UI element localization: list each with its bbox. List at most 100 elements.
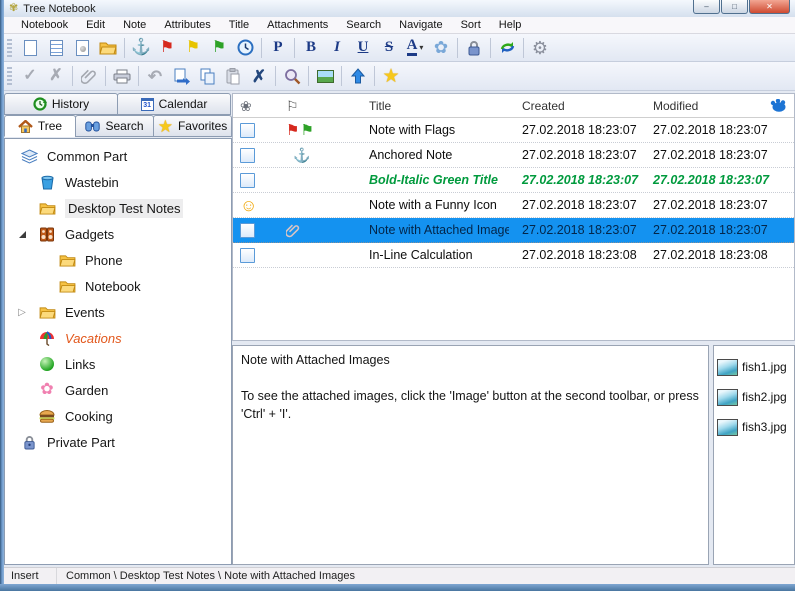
column-created[interactable]: Created	[509, 99, 640, 113]
menu-note[interactable]: Note	[114, 18, 155, 32]
flower-button[interactable]: ✿	[428, 36, 454, 60]
yellow-flag-button[interactable]: ⚑	[180, 36, 206, 60]
note-row-flags[interactable]: ⚑ ⚑ Note with Flags 27.02.2018 18:23:07 …	[233, 118, 794, 143]
new-note-button[interactable]	[17, 36, 43, 60]
font-color-button[interactable]: A ▾	[402, 36, 428, 60]
attachment-item[interactable]: fish1.jpg	[717, 352, 791, 382]
note-created: 27.02.2018 18:23:07	[509, 173, 640, 187]
lock-button[interactable]	[461, 36, 487, 60]
settings-button[interactable]: ⚙	[527, 36, 553, 60]
tab-calendar[interactable]: 31 Calendar	[117, 93, 231, 115]
tree-item-private-part[interactable]: Private Part	[5, 429, 231, 455]
export-note-button[interactable]	[168, 64, 194, 88]
note-disc-button[interactable]	[69, 36, 95, 60]
folder-icon	[99, 41, 117, 55]
confirm-button[interactable]: ✓	[17, 64, 43, 88]
note-checkbox[interactable]	[240, 223, 255, 238]
note-checkbox[interactable]	[240, 248, 255, 263]
column-modified[interactable]: Modified	[640, 99, 753, 113]
copy-button[interactable]	[194, 64, 220, 88]
menu-notebook[interactable]: Notebook	[12, 18, 77, 32]
flag-outline-header-icon[interactable]: ⚐	[286, 99, 299, 113]
note-text-button[interactable]	[43, 36, 69, 60]
strikethrough-button[interactable]: S	[376, 36, 402, 60]
note-title: Note with Flags	[356, 123, 509, 137]
tree-item-desktop-test-notes[interactable]: Desktop Test Notes	[5, 195, 231, 221]
tree-item-common-part[interactable]: Common Part	[5, 143, 231, 169]
preview-title: Note with Attached Images	[241, 351, 700, 369]
paw-header-icon[interactable]	[770, 99, 786, 112]
collapsed-triangle-icon[interactable]: ▷	[15, 307, 29, 318]
close-button[interactable]: ✕	[749, 0, 790, 14]
toolbar-grip[interactable]	[7, 39, 12, 57]
refresh-button[interactable]	[494, 36, 520, 60]
note-row-green[interactable]: Bold-Italic Green Title 27.02.2018 18:23…	[233, 168, 794, 193]
tab-favorites[interactable]: ★ Favorites	[153, 115, 232, 137]
move-up-button[interactable]	[345, 64, 371, 88]
toolbar-grip[interactable]	[7, 67, 12, 85]
cancel-button[interactable]: ✗	[43, 64, 69, 88]
tree-item-events[interactable]: ▷ Events	[5, 299, 231, 325]
tree-item-phone[interactable]: Phone	[5, 247, 231, 273]
menu-attachments[interactable]: Attachments	[258, 18, 337, 32]
flower-outline-header-icon[interactable]: ❀	[240, 99, 252, 113]
search-button[interactable]	[279, 64, 305, 88]
undo-button[interactable]: ↶	[142, 64, 168, 88]
tab-search[interactable]: Search	[75, 115, 154, 137]
image-button[interactable]	[312, 64, 338, 88]
menu-search[interactable]: Search	[337, 18, 390, 32]
green-flag-button[interactable]: ⚑	[206, 36, 232, 60]
menu-title[interactable]: Title	[220, 18, 258, 32]
tab-history[interactable]: History	[4, 93, 118, 115]
note-row-inline-calculation[interactable]: In-Line Calculation 27.02.2018 18:23:08 …	[233, 243, 794, 268]
tab-tree[interactable]: Tree	[4, 115, 76, 137]
print-button[interactable]	[109, 64, 135, 88]
tree-item-vacations[interactable]: Vacations	[5, 325, 231, 351]
note-title: Note with Attached Images	[356, 223, 509, 237]
note-row-attached-images[interactable]: Note with Attached Images 27.02.2018 18:…	[233, 218, 794, 243]
underline-button[interactable]: U	[350, 36, 376, 60]
note-checkbox[interactable]	[240, 148, 255, 163]
tree-item-gadgets[interactable]: Gadgets	[5, 221, 231, 247]
paste-button[interactable]	[220, 64, 246, 88]
clock-icon	[237, 39, 254, 56]
app-icon: ✾	[9, 3, 18, 14]
menu-navigate[interactable]: Navigate	[390, 18, 451, 32]
red-flag-button[interactable]: ⚑	[154, 36, 180, 60]
attachment-item[interactable]: fish3.jpg	[717, 412, 791, 442]
column-title[interactable]: Title	[356, 99, 509, 113]
maximize-button[interactable]: □	[721, 0, 748, 14]
italic-button[interactable]: I	[324, 36, 350, 60]
anchor-button[interactable]: ⚓	[128, 36, 154, 60]
favorite-button[interactable]: ★	[378, 64, 404, 88]
expanded-triangle-icon[interactable]	[15, 231, 29, 238]
titlebar[interactable]: ✾ Tree Notebook – □ ✕	[4, 0, 795, 17]
attach-button[interactable]	[76, 64, 102, 88]
menu-edit[interactable]: Edit	[77, 18, 114, 32]
note-row-anchored[interactable]: ⚓ Anchored Note 27.02.2018 18:23:07 27.0…	[233, 143, 794, 168]
window-controls: – □ ✕	[692, 0, 790, 14]
clock-button[interactable]	[232, 36, 258, 60]
tree-item-cooking[interactable]: Cooking	[5, 403, 231, 429]
note-preview-panel[interactable]: Note with Attached Images To see the att…	[232, 345, 709, 565]
tree-item-links[interactable]: Links	[5, 351, 231, 377]
delete-button[interactable]: ✗	[246, 64, 272, 88]
note-checkbox[interactable]	[240, 123, 255, 138]
notes-tree: Common Part Wastebin Desktop Test Notes …	[4, 138, 232, 565]
tree-item-wastebin[interactable]: Wastebin	[5, 169, 231, 195]
yellow-flag-icon: ⚑	[186, 40, 200, 56]
new-folder-button[interactable]	[95, 36, 121, 60]
note-checkbox[interactable]	[240, 173, 255, 188]
menu-sort[interactable]: Sort	[452, 18, 490, 32]
tree-item-garden[interactable]: ✿ Garden	[5, 377, 231, 403]
note-row-funny-icon[interactable]: ☺ Note with a Funny Icon 27.02.2018 18:2…	[233, 193, 794, 218]
menu-attributes[interactable]: Attributes	[155, 18, 219, 32]
attachment-item[interactable]: fish2.jpg	[717, 382, 791, 412]
paragraph-button[interactable]: P	[265, 36, 291, 60]
text-page-icon	[50, 40, 63, 56]
bold-button[interactable]: B	[298, 36, 324, 60]
tree-item-notebook[interactable]: Notebook	[5, 273, 231, 299]
anchor-icon: ⚓	[293, 148, 310, 162]
minimize-button[interactable]: –	[693, 0, 720, 14]
menu-help[interactable]: Help	[490, 18, 531, 32]
